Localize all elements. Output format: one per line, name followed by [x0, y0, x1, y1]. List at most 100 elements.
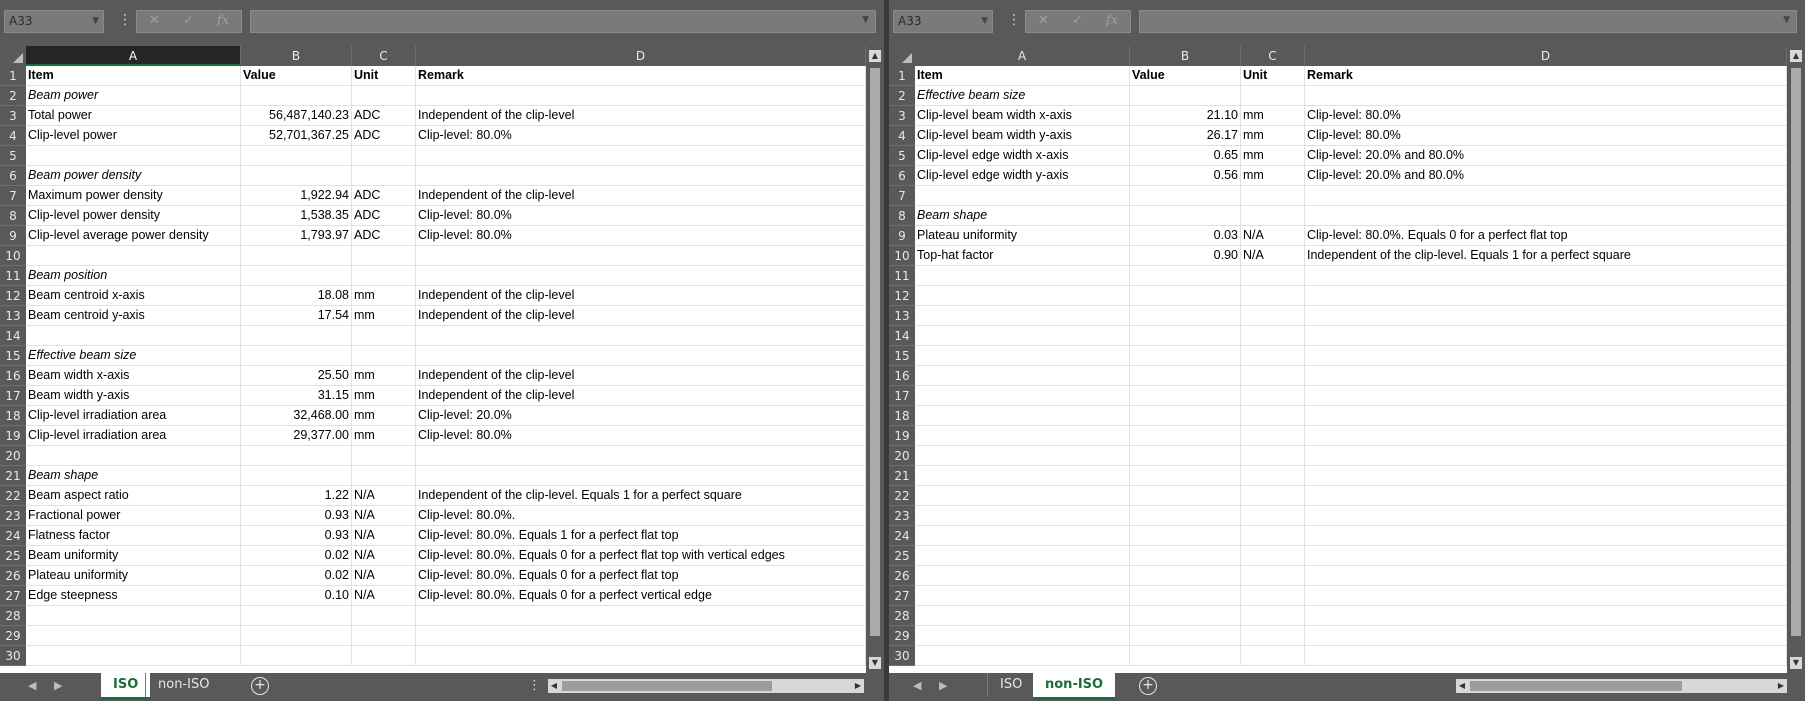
cell-d[interactable]: Clip-level: 80.0% — [416, 206, 866, 226]
cell-c[interactable] — [352, 246, 416, 266]
name-box[interactable]: A33 ▼ — [893, 10, 993, 33]
more-options-icon[interactable]: ⋮ — [528, 678, 541, 693]
name-box[interactable]: A33 ▼ — [4, 10, 104, 33]
cell-d[interactable] — [416, 446, 866, 466]
cell-c[interactable] — [352, 326, 416, 346]
add-sheet-icon[interactable]: + — [1139, 677, 1157, 695]
cell-b[interactable] — [1130, 486, 1241, 506]
cell-a[interactable]: Beam width x-axis — [26, 366, 241, 386]
cell-a[interactable] — [26, 646, 241, 666]
cell-b[interactable] — [241, 466, 352, 486]
column-header-a[interactable]: A — [915, 46, 1130, 66]
cell-c[interactable]: N/A — [352, 526, 416, 546]
row-header[interactable]: 30 — [0, 646, 26, 666]
cell-a[interactable] — [915, 326, 1130, 346]
function-icon[interactable]: fx — [217, 13, 229, 28]
row-header[interactable]: 16 — [889, 366, 915, 386]
horizontal-scrollbar[interactable]: ◀ ▶ — [1456, 679, 1787, 693]
cell-d[interactable]: Independent of the clip-level — [416, 286, 866, 306]
cell-b[interactable]: 29,377.00 — [241, 426, 352, 446]
cell-c[interactable] — [352, 346, 416, 366]
row-header[interactable]: 2 — [0, 86, 26, 106]
horizontal-scrollbar[interactable]: ◀ ▶ — [548, 679, 864, 693]
row-header[interactable]: 8 — [0, 206, 26, 226]
cell-c[interactable]: N/A — [352, 486, 416, 506]
row-header[interactable]: 18 — [889, 406, 915, 426]
cell-a[interactable]: Beam aspect ratio — [26, 486, 241, 506]
cell-a[interactable]: Clip-level edge width y-axis — [915, 166, 1130, 186]
row-header[interactable]: 12 — [0, 286, 26, 306]
cell-d[interactable]: Clip-level: 80.0%. — [416, 506, 866, 526]
cell-c[interactable]: mm — [1241, 126, 1305, 146]
cell-b[interactable] — [1130, 626, 1241, 646]
cell-d[interactable]: Independent of the clip-level — [416, 106, 866, 126]
cell-b[interactable] — [1130, 326, 1241, 346]
cell-a[interactable]: Beam power density — [26, 166, 241, 186]
cell-d[interactable] — [416, 346, 866, 366]
cell-c[interactable] — [1241, 606, 1305, 626]
select-all-corner[interactable] — [889, 46, 915, 66]
cell-d[interactable] — [1305, 306, 1787, 326]
row-header[interactable]: 24 — [0, 526, 26, 546]
cell-b[interactable]: Value — [1130, 66, 1241, 86]
cell-a[interactable] — [26, 606, 241, 626]
scroll-right-icon[interactable]: ▶ — [1775, 679, 1787, 693]
cell-b[interactable]: 1,922.94 — [241, 186, 352, 206]
cell-a[interactable] — [915, 346, 1130, 366]
cell-b[interactable]: 0.02 — [241, 546, 352, 566]
cell-b[interactable]: 0.90 — [1130, 246, 1241, 266]
column-header-c[interactable]: C — [352, 46, 416, 66]
cell-b[interactable]: 21.10 — [1130, 106, 1241, 126]
cell-a[interactable] — [915, 286, 1130, 306]
cell-d[interactable] — [1305, 506, 1787, 526]
cell-c[interactable] — [352, 646, 416, 666]
cell-c[interactable] — [1241, 526, 1305, 546]
cell-b[interactable]: 0.02 — [241, 566, 352, 586]
cell-a[interactable]: Plateau uniformity — [915, 226, 1130, 246]
cell-a[interactable] — [26, 446, 241, 466]
cell-d[interactable] — [416, 466, 866, 486]
cell-a[interactable] — [915, 646, 1130, 666]
cell-c[interactable] — [1241, 346, 1305, 366]
row-header[interactable]: 3 — [889, 106, 915, 126]
row-header[interactable]: 6 — [0, 166, 26, 186]
cell-d[interactable] — [1305, 426, 1787, 446]
row-header[interactable]: 29 — [889, 626, 915, 646]
cell-c[interactable] — [352, 446, 416, 466]
cell-c[interactable] — [1241, 286, 1305, 306]
cell-c[interactable] — [1241, 566, 1305, 586]
cell-d[interactable] — [1305, 326, 1787, 346]
cell-a[interactable] — [915, 466, 1130, 486]
cell-c[interactable]: N/A — [352, 586, 416, 606]
cell-b[interactable]: 0.10 — [241, 586, 352, 606]
cell-a[interactable]: Beam shape — [26, 466, 241, 486]
row-header[interactable]: 28 — [889, 606, 915, 626]
cell-c[interactable] — [1241, 466, 1305, 486]
row-header[interactable]: 23 — [0, 506, 26, 526]
cell-c[interactable]: N/A — [352, 506, 416, 526]
enter-icon[interactable]: ✓ — [183, 13, 194, 28]
cell-a[interactable]: Beam width y-axis — [26, 386, 241, 406]
cell-d[interactable] — [416, 146, 866, 166]
cell-c[interactable] — [1241, 86, 1305, 106]
scroll-up-icon[interactable]: ▲ — [869, 50, 881, 62]
row-header[interactable]: 7 — [0, 186, 26, 206]
tab-prev-icon[interactable]: ◀ — [913, 679, 921, 692]
row-header[interactable]: 26 — [889, 566, 915, 586]
cell-b[interactable] — [1130, 586, 1241, 606]
formula-input[interactable]: ▼ — [250, 10, 876, 33]
cell-c[interactable] — [1241, 206, 1305, 226]
cell-d[interactable] — [416, 166, 866, 186]
row-header[interactable]: 14 — [0, 326, 26, 346]
row-header[interactable]: 21 — [889, 466, 915, 486]
cell-d[interactable]: Clip-level: 20.0% — [416, 406, 866, 426]
row-header[interactable]: 3 — [0, 106, 26, 126]
row-header[interactable]: 27 — [889, 586, 915, 606]
cell-d[interactable] — [1305, 606, 1787, 626]
cell-c[interactable]: N/A — [1241, 246, 1305, 266]
row-header[interactable]: 10 — [0, 246, 26, 266]
cell-d[interactable]: Clip-level: 80.0% — [416, 226, 866, 246]
cell-a[interactable]: Beam uniformity — [26, 546, 241, 566]
cell-c[interactable]: mm — [352, 286, 416, 306]
cell-d[interactable] — [1305, 186, 1787, 206]
